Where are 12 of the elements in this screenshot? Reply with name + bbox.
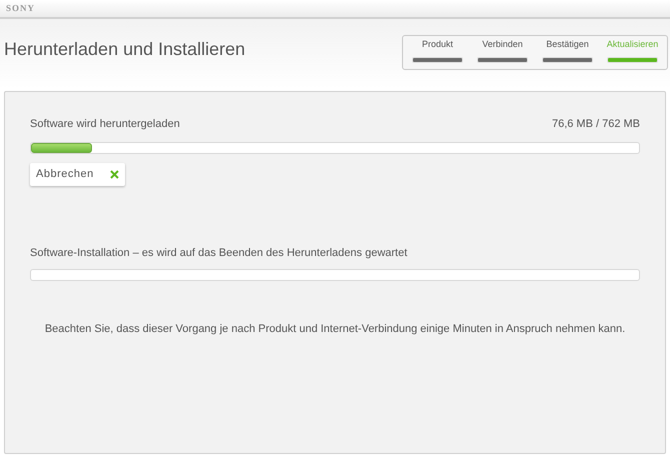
download-label: Software wird heruntergeladen <box>30 117 180 132</box>
close-icon <box>110 170 119 178</box>
download-size: 76,6 MB / 762 MB <box>552 117 640 132</box>
cancel-button[interactable]: Abbrechen <box>30 162 125 186</box>
install-label: Software-Installation – es wird auf das Beenden des Herunterladens gewartet <box>30 246 408 260</box>
step-label: Bestätigen <box>546 38 589 51</box>
step-label: Produkt <box>422 38 454 51</box>
page-title: Herunterladen und Installieren <box>4 38 246 61</box>
note-text: Beachten Sie, dass dieser Vorgang je nach Produkt und Internet-Verbindung einige Minuten in Anspruch nehmen kann. <box>44 322 626 337</box>
brand-logo: SONY <box>6 2 36 15</box>
step-label: Verbinden <box>482 38 523 51</box>
step-label: Aktualisieren <box>606 38 658 51</box>
